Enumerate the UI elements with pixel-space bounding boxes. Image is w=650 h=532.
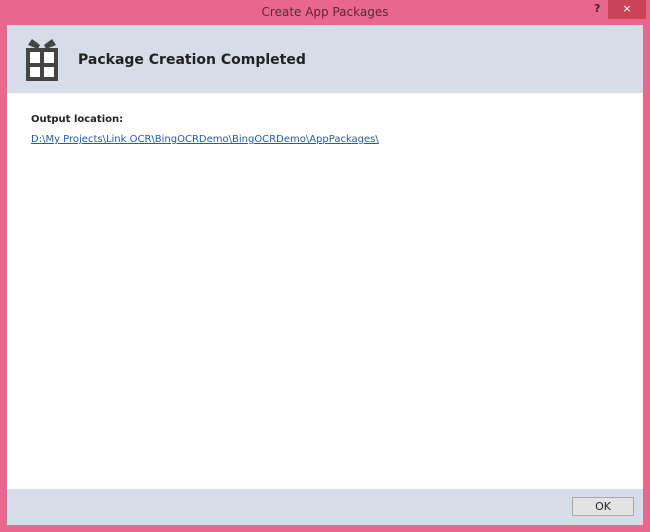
dialog-header: Package Creation Completed [7, 25, 643, 93]
output-location-link[interactable]: D:\My Projects\Link OCR\BingOCRDemo\Bing… [31, 134, 379, 145]
page-title: Package Creation Completed [78, 52, 306, 68]
dialog-footer: OK [7, 489, 643, 525]
help-button[interactable]: ? [594, 2, 600, 15]
output-location-label: Output location: [31, 114, 124, 125]
close-button[interactable]: × [608, 0, 646, 19]
gift-package-icon [26, 39, 58, 81]
ok-button[interactable]: OK [572, 497, 634, 516]
dialog-client: Package Creation Completed Output locati… [7, 25, 643, 525]
window-title: Create App Packages [261, 5, 389, 19]
